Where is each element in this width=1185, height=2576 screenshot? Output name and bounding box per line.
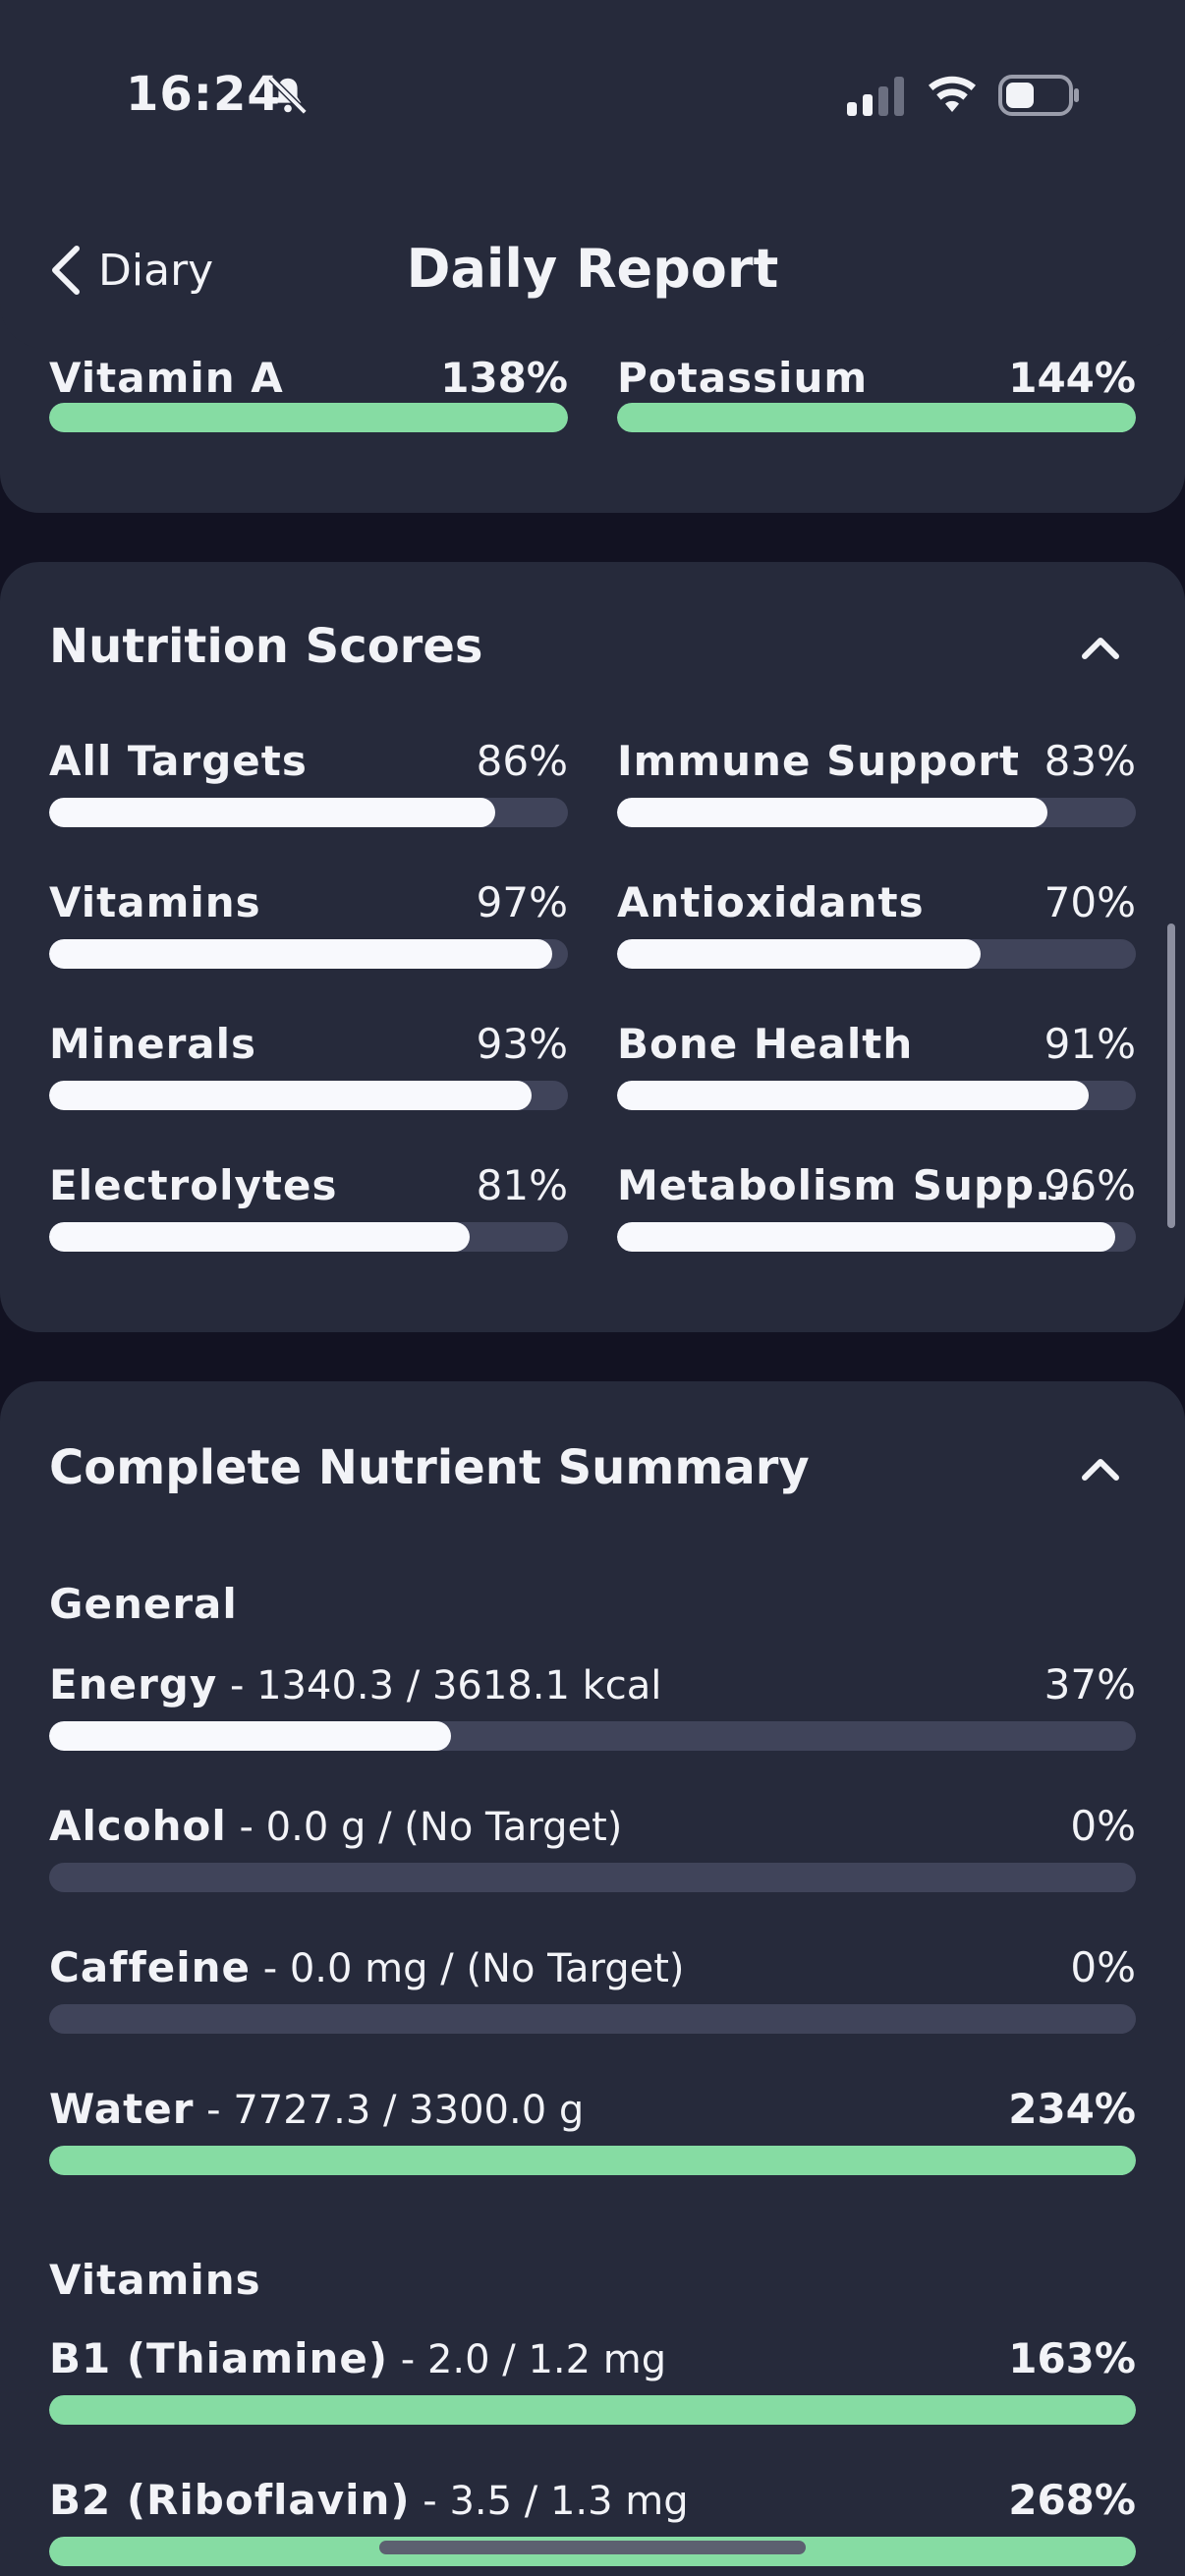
nutrient-name: B1 (Thiamine) (49, 2334, 389, 2382)
target-label: Potassium (617, 354, 869, 402)
progress-track (49, 1863, 1136, 1892)
target-label: Vitamin A (49, 354, 284, 402)
progress-track (617, 798, 1136, 827)
nutrient-percent: 0% (1070, 1943, 1136, 1991)
score-value: 91% (1044, 1020, 1136, 1068)
score-value: 86% (476, 737, 568, 785)
score-label: Bone Health (617, 1020, 914, 1068)
progress-track (49, 403, 568, 432)
progress-track (49, 1081, 568, 1110)
progress-fill (617, 798, 1048, 827)
nutrient-row-energy: Energy - 1340.3 / 3618.1 kcal 37% (49, 1660, 1136, 1751)
nutrient-detail: - 0.0 g / (No Target) (226, 1805, 623, 1850)
score-label: Antioxidants (617, 878, 925, 926)
progress-fill (49, 1222, 470, 1252)
progress-fill (49, 1081, 533, 1110)
progress-track (49, 1721, 1136, 1751)
score-item-vitamins: Vitamins 97% (49, 878, 568, 969)
nutrient-percent: 37% (1044, 1660, 1136, 1708)
score-item-all-targets: All Targets 86% (49, 737, 568, 827)
progress-fill (617, 403, 1136, 432)
progress-fill (49, 798, 496, 827)
score-value: 70% (1044, 878, 1136, 926)
progress-track (49, 2146, 1136, 2175)
nutrient-detail: - 3.5 / 1.3 mg (410, 2479, 689, 2524)
wifi-icon (929, 76, 976, 112)
nutrient-row-caffeine: Caffeine - 0.0 mg / (No Target) 0% (49, 1943, 1136, 2034)
score-item-bone-health: Bone Health 91% (617, 1020, 1136, 1110)
nutrient-name: Water (49, 2085, 195, 2133)
nutrient-row-water: Water - 7727.3 / 3300.0 g 234% (49, 2085, 1136, 2175)
group-label-general: General (49, 1580, 238, 1628)
score-item-electrolytes: Electrolytes 81% (49, 1161, 568, 1252)
score-label: All Targets (49, 737, 308, 785)
nutrient-name: Caffeine (49, 1943, 251, 1991)
score-item-metabolism-support: Metabolism Supp... 96% (617, 1161, 1136, 1252)
section-title: Nutrition Scores (49, 619, 483, 674)
home-indicator[interactable] (379, 2541, 806, 2554)
nutrient-name: Alcohol (49, 1802, 227, 1850)
page-title: Daily Report (406, 238, 779, 300)
progress-track (617, 1222, 1136, 1252)
score-item-minerals: Minerals 93% (49, 1020, 568, 1110)
nutrient-detail: - 0.0 mg / (No Target) (250, 1946, 685, 1991)
target-item-potassium: Potassium 144% (617, 354, 1136, 432)
progress-track (49, 1222, 568, 1252)
nutrient-percent: 234% (1008, 2085, 1136, 2133)
battery-icon (998, 75, 1079, 116)
score-label: Electrolytes (49, 1161, 338, 1209)
app-header: 16:24 Diary Daily Report (0, 0, 1185, 349)
score-value: 81% (476, 1161, 568, 1209)
progress-fill (49, 403, 568, 432)
score-label: Immune Support (617, 737, 1020, 785)
daily-report-screen: Vitamin A 138% Potassium 144% 16:24 Diar… (0, 0, 1185, 2576)
section-title: Complete Nutrient Summary (49, 1440, 810, 1495)
progress-fill (49, 2146, 1136, 2175)
target-value: 144% (1008, 354, 1136, 402)
nutrient-detail: - 7727.3 / 3300.0 g (194, 2088, 585, 2133)
nutrient-detail: - 1340.3 / 3618.1 kcal (217, 1663, 662, 1708)
bell-slash-icon (268, 76, 308, 115)
score-value: 83% (1044, 737, 1136, 785)
nutrient-row-b1-thiamine: B1 (Thiamine) - 2.0 / 1.2 mg 163% (49, 2334, 1136, 2425)
chevron-up-icon[interactable] (1081, 635, 1120, 660)
nutrient-percent: 0% (1070, 1802, 1136, 1850)
nutrient-name: B2 (Riboflavin) (49, 2476, 411, 2524)
nutrient-percent: 268% (1008, 2476, 1136, 2524)
progress-track (49, 2395, 1136, 2425)
progress-track (617, 939, 1136, 969)
status-time: 16:24 (126, 67, 281, 122)
progress-fill (617, 1222, 1115, 1252)
score-item-immune-support: Immune Support 83% (617, 737, 1136, 827)
score-value: 96% (1044, 1161, 1136, 1209)
progress-track (49, 798, 568, 827)
nutrient-summary-card: Complete Nutrient Summary General Energy… (0, 1381, 1185, 2576)
progress-track (617, 1081, 1136, 1110)
nutrient-row-alcohol: Alcohol - 0.0 g / (No Target) 0% (49, 1802, 1136, 1892)
chevron-up-icon[interactable] (1081, 1456, 1120, 1482)
score-value: 97% (476, 878, 568, 926)
progress-track (49, 939, 568, 969)
progress-fill (617, 939, 981, 969)
progress-fill (617, 1081, 1090, 1110)
nutrient-detail: - 2.0 / 1.2 mg (388, 2337, 667, 2382)
progress-fill (49, 1721, 452, 1751)
nutrient-percent: 163% (1008, 2334, 1136, 2382)
score-value: 93% (476, 1020, 568, 1068)
scrollbar[interactable] (1167, 924, 1175, 1228)
signal-icon (847, 77, 904, 116)
score-label: Vitamins (49, 878, 261, 926)
progress-fill (49, 2395, 1136, 2425)
target-item-vitamin-a: Vitamin A 138% (49, 354, 568, 432)
group-label-vitamins: Vitamins (49, 2256, 261, 2304)
nutrient-name: Energy (49, 1660, 218, 1708)
score-label: Metabolism Supp... (617, 1161, 1085, 1209)
score-item-antioxidants: Antioxidants 70% (617, 878, 1136, 969)
progress-fill (49, 939, 553, 969)
nutrition-scores-card: Nutrition Scores All Targets 86% Immune … (0, 562, 1185, 1332)
score-label: Minerals (49, 1020, 257, 1068)
target-value: 138% (440, 354, 568, 402)
progress-track (49, 2004, 1136, 2034)
progress-track (617, 403, 1136, 432)
